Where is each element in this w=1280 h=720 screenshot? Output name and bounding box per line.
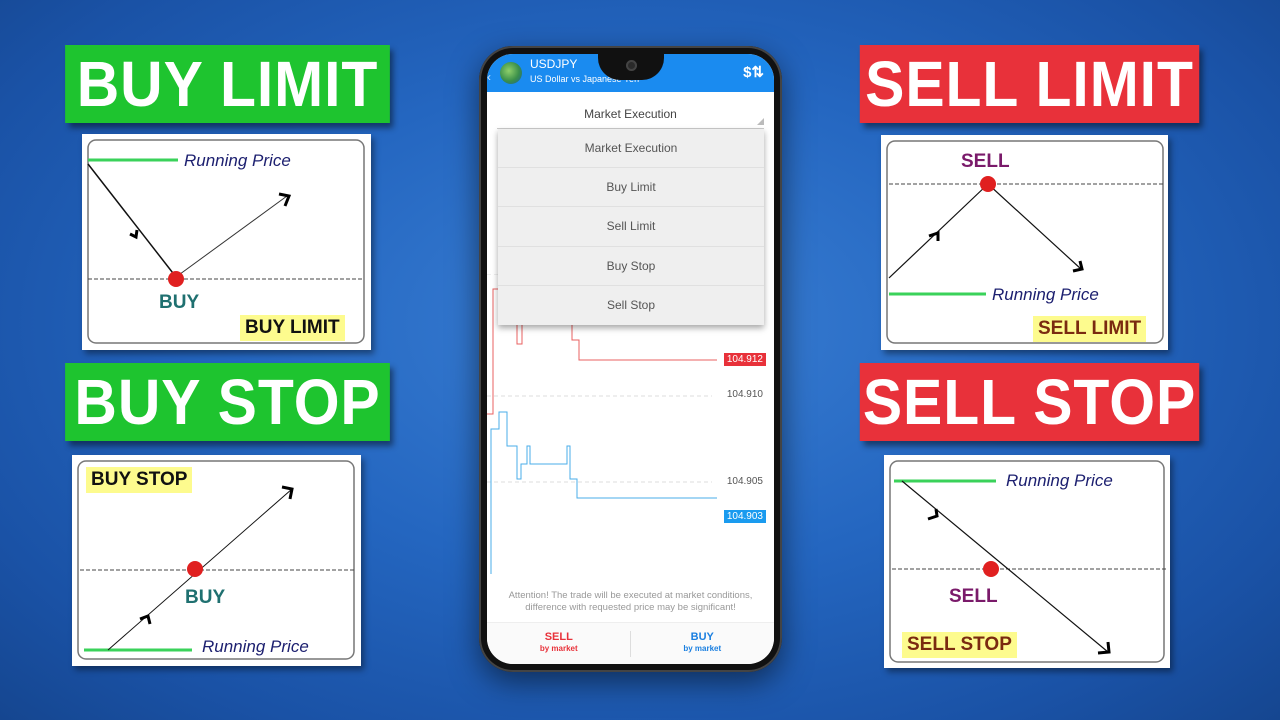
buy-limit-tag: BUY LIMIT <box>240 315 345 341</box>
phone-mockup: ‹ USDJPY US Dollar vs Japanese Yen $⇅ Ma… <box>479 46 782 672</box>
sell-stop-banner: SELL STOP <box>859 363 1200 441</box>
camera-icon <box>626 60 637 71</box>
arrow-icon <box>927 508 939 521</box>
sell-limit-diagram: SELL Running Price SELL LIMIT <box>881 135 1168 350</box>
price-gridline-label: 104.905 <box>726 476 763 487</box>
sell-label: SELL <box>961 151 1010 172</box>
price-path <box>901 480 1109 653</box>
buy-button-label: BUY <box>690 631 714 643</box>
entry-point <box>187 561 203 577</box>
running-price-label: Running Price <box>202 637 309 656</box>
dropdown-option-buy-stop[interactable]: Buy Stop <box>498 247 764 286</box>
arrowhead-icon <box>278 192 292 207</box>
metatrader-logo-icon <box>500 62 522 84</box>
dropdown-option-sell-stop[interactable]: Sell Stop <box>498 286 764 325</box>
buy-stop-tag: BUY STOP <box>86 467 193 493</box>
bid-price-label: 104.903 <box>723 510 766 523</box>
buy-stop-banner: BUY STOP <box>65 363 390 441</box>
arrow-icon <box>928 230 940 241</box>
order-type-dropdown: Market Execution Buy Limit Sell Limit Bu… <box>498 129 764 325</box>
buy-button-sublabel: by market <box>683 644 722 653</box>
symbol-title: USDJPY <box>530 57 578 71</box>
sell-button-sublabel: by market <box>539 644 578 653</box>
running-price-label: Running Price <box>992 285 1099 304</box>
entry-point <box>980 176 996 192</box>
arrow-icon <box>139 614 152 625</box>
buy-label: BUY <box>185 587 226 608</box>
sell-limit-tag: SELL LIMIT <box>1033 316 1147 342</box>
price-path <box>175 195 288 278</box>
buy-stop-diagram: BUY STOP BUY Running Price <box>72 455 361 666</box>
bid-price-line <box>490 411 717 574</box>
dropdown-option-market-execution[interactable]: Market Execution <box>498 129 764 169</box>
arrow-icon <box>129 229 139 240</box>
buy-limit-diagram: Running Price BUY BUY LIMIT <box>82 134 371 350</box>
trade-button-bar: SELL by market BUY by market <box>487 622 774 664</box>
sell-button-label: SELL <box>544 631 573 643</box>
price-path <box>987 183 1082 270</box>
buy-by-market-button[interactable]: BUY by market <box>631 623 775 664</box>
sell-stop-diagram: Running Price SELL SELL STOP <box>884 455 1170 668</box>
buy-label: BUY <box>159 292 200 313</box>
sell-label: SELL <box>949 586 998 607</box>
execution-warning: Attention! The trade will be executed at… <box>508 590 753 613</box>
price-path <box>888 183 989 279</box>
back-arrow-icon[interactable]: ‹ <box>487 70 491 84</box>
phone-screen: ‹ USDJPY US Dollar vs Japanese Yen $⇅ Ma… <box>487 54 774 664</box>
phone-notch <box>598 54 664 80</box>
dropdown-option-sell-limit[interactable]: Sell Limit <box>498 207 764 247</box>
price-path <box>87 163 177 278</box>
ask-price-label: 104.912 <box>723 353 766 366</box>
price-gridline-label: 104.910 <box>726 389 763 400</box>
buy-limit-banner: BUY LIMIT <box>65 45 390 123</box>
diagram-frame <box>886 140 1164 344</box>
dropdown-option-buy-limit[interactable]: Buy Limit <box>498 168 764 208</box>
entry-point <box>168 271 184 287</box>
dollar-exchange-icon[interactable]: $⇅ <box>743 63 764 81</box>
running-price-label: Running Price <box>1006 471 1113 490</box>
sell-limit-banner: SELL LIMIT <box>859 45 1200 123</box>
sell-stop-tag: SELL STOP <box>902 632 1017 658</box>
sell-by-market-button[interactable]: SELL by market <box>487 623 631 664</box>
order-type-select[interactable]: Market Execution <box>497 104 764 129</box>
running-price-label: Running Price <box>184 151 291 170</box>
entry-point <box>983 561 999 577</box>
